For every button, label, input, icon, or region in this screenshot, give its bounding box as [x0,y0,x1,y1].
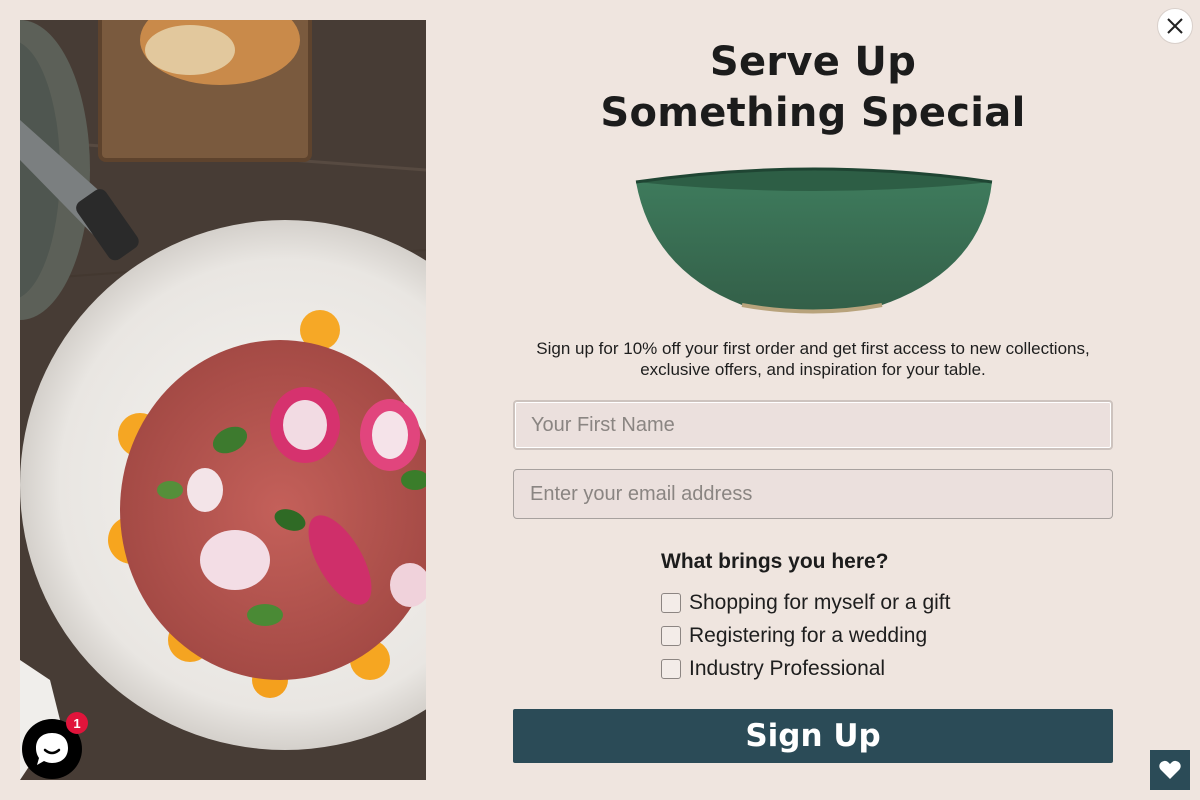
option-checkbox[interactable] [661,626,681,646]
chat-bubble-icon [36,733,68,765]
signup-form-panel: Serve Up Something Special Sign up for 1… [426,0,1200,800]
option-label: Registering for a wedding [689,624,928,647]
visit-reason-question: What brings you here? [661,550,889,573]
option-checkbox[interactable] [661,593,681,613]
first-name-field[interactable] [513,400,1113,450]
option-wedding[interactable]: Registering for a wedding [661,624,927,648]
option-label: Shopping for myself or a gift [689,591,951,614]
headline-line-2: Something Special [600,90,1026,136]
heart-icon [1159,760,1181,779]
option-shopping[interactable]: Shopping for myself or a gift [661,591,950,615]
headline-line-1: Serve Up [709,39,917,85]
email-field[interactable] [513,469,1113,519]
offer-description: Sign up for 10% off your first order and… [536,339,1090,379]
option-checkbox[interactable] [661,659,681,679]
option-industry-professional[interactable]: Industry Professional [661,657,885,681]
green-bowl-image [635,167,993,314]
wishlist-button[interactable] [1150,750,1190,790]
popup-hero-image [20,20,426,780]
option-label: Industry Professional [689,657,886,680]
chat-unread-badge: 1 [66,712,88,734]
sign-up-button[interactable]: Sign Up [513,709,1113,763]
